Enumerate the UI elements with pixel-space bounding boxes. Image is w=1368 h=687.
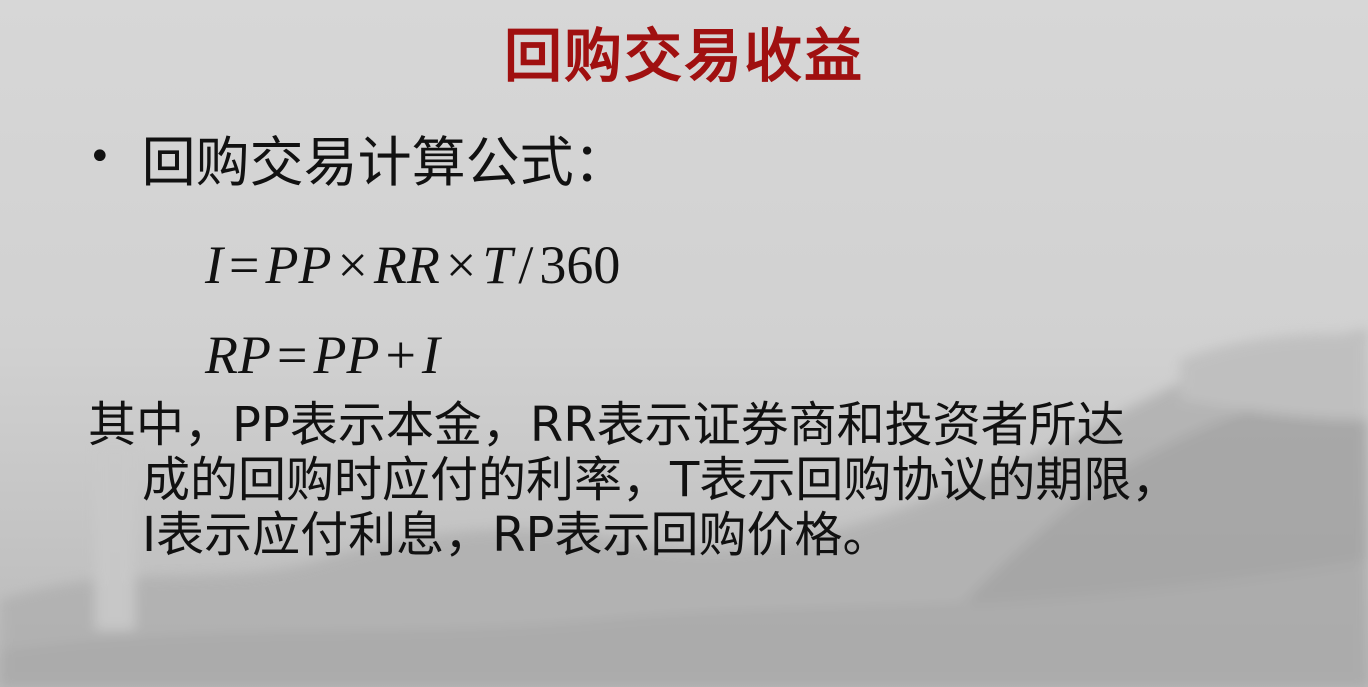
formula-operator: ×	[445, 235, 477, 295]
formula-operator: +	[385, 325, 416, 385]
formula-term: I	[421, 325, 440, 385]
description-paragraph: 其中，PP表示本金，RR表示证券商和投资者所达 成的回购时应付的利率，T表示回购…	[88, 398, 1328, 563]
formula-operator: =	[228, 235, 260, 295]
formula-operator: /	[518, 235, 534, 295]
bullet-item: • 回购交易计算公式：	[88, 122, 628, 194]
formula-term: I	[205, 235, 223, 295]
formula-term: T	[482, 235, 513, 295]
formula-term: PP	[313, 325, 380, 385]
bullet-marker: •	[88, 134, 112, 180]
description-line: I表示应付利息，RP表示回购价格。	[142, 507, 891, 563]
formula-operator: ×	[337, 235, 368, 295]
formula-term: RP	[205, 325, 271, 385]
slide-title: 回购交易收益	[503, 22, 864, 90]
formula-term: PP	[265, 235, 332, 295]
formula-repo-price: RP = PP + I	[205, 322, 440, 388]
formula-operator: =	[276, 325, 308, 385]
formula-term: 360	[539, 235, 621, 295]
formula-interest: I = PP × RR × T/360	[205, 232, 620, 298]
formula-term: RR	[373, 235, 440, 295]
slide-content: 回购交易收益 • 回购交易计算公式： I = PP × RR × T/360 RP = PP + I…	[0, 0, 1368, 687]
description-line: 其中，PP表示本金，RR表示证券商和投资者所达	[88, 397, 1125, 453]
bullet-text: 回购交易计算公式：	[141, 130, 628, 194]
description-line: 成的回购时应付的利率，T表示回购协议的期限，	[142, 452, 1180, 508]
